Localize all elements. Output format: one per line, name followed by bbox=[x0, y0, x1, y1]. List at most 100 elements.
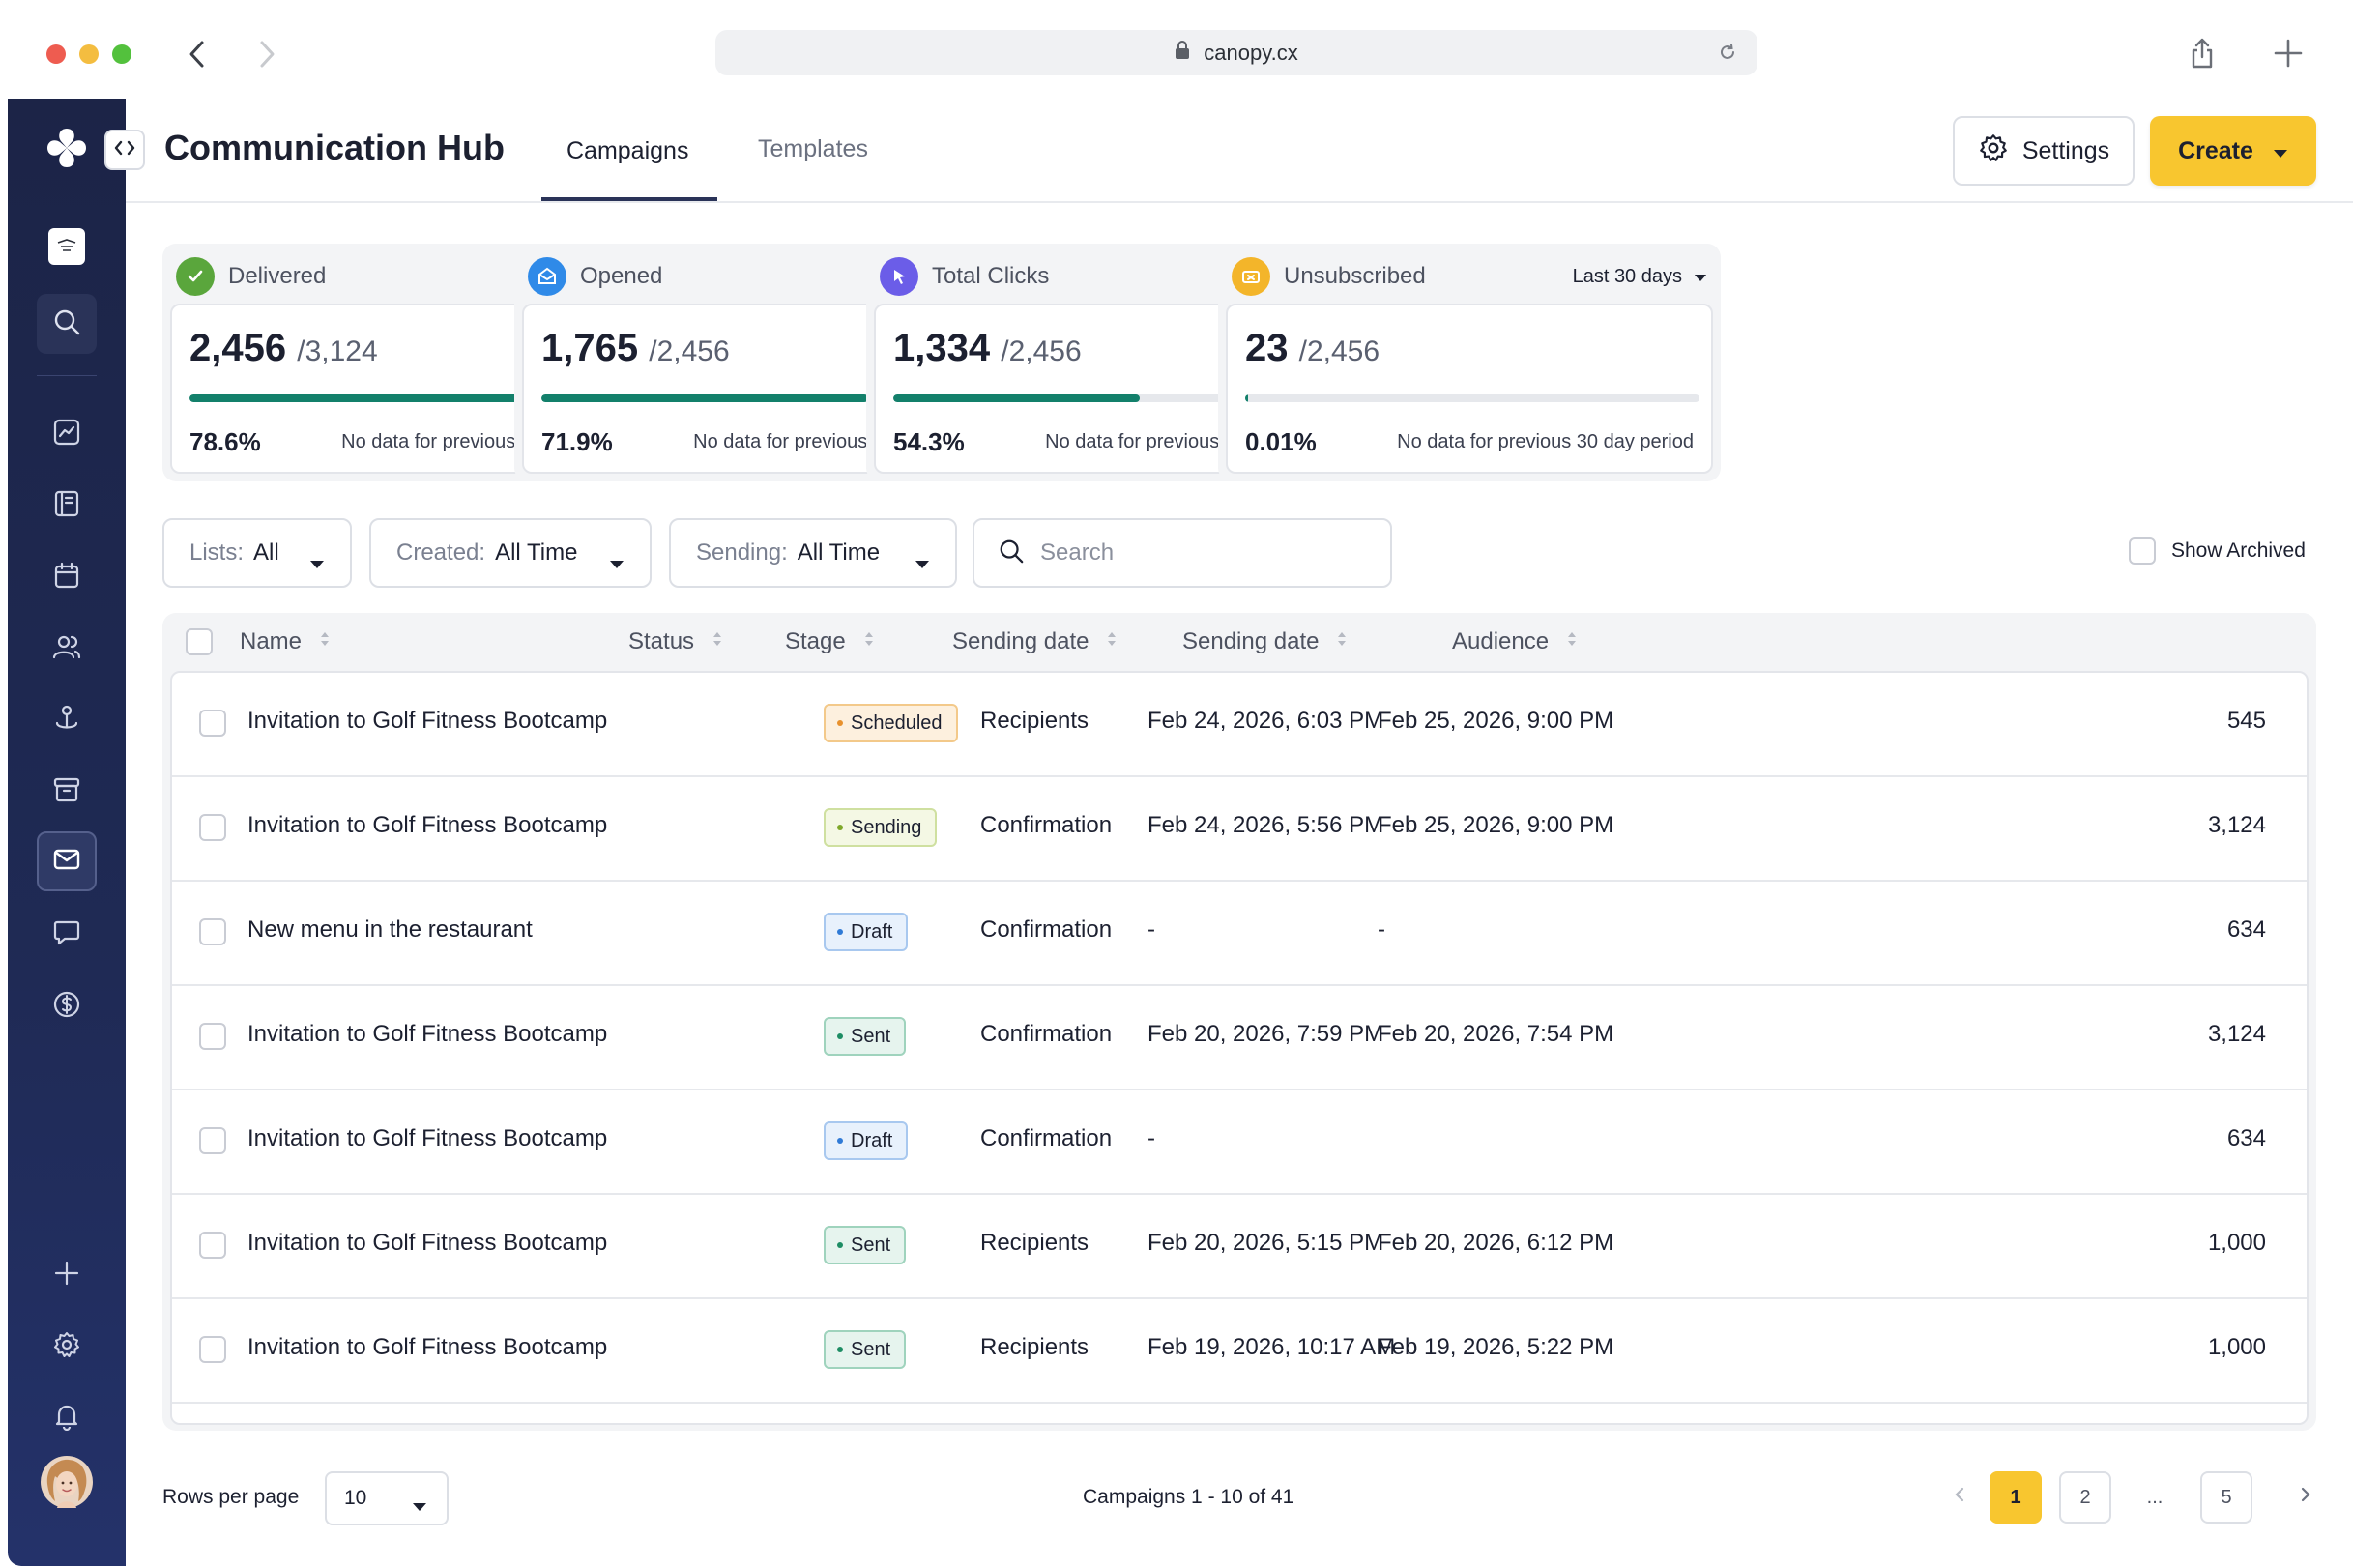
status-dot bbox=[837, 1347, 843, 1352]
mail-icon bbox=[52, 845, 81, 879]
collapse-sidebar-button[interactable] bbox=[104, 130, 145, 170]
back-arrow-icon[interactable] bbox=[178, 35, 217, 73]
page-button-2[interactable]: 2 bbox=[2059, 1471, 2111, 1524]
sort-icon bbox=[1566, 628, 1578, 655]
app-logo[interactable] bbox=[37, 118, 97, 178]
create-button[interactable]: Create bbox=[2150, 116, 2316, 186]
row-checkbox[interactable] bbox=[199, 814, 226, 841]
rows-per-page-select[interactable]: 10 bbox=[325, 1471, 449, 1525]
sidebar-item-messages[interactable] bbox=[37, 905, 97, 965]
sidebar-item-search[interactable] bbox=[37, 294, 97, 354]
table-row[interactable]: Invitation to Golf Fitness Bootcamp Sent… bbox=[172, 1299, 2307, 1404]
next-page-button[interactable] bbox=[2280, 1471, 2332, 1524]
sending-date-cell: Feb 19, 2026, 5:22 PM bbox=[1378, 1334, 1614, 1360]
sending-date-cell: Feb 24, 2026, 5:56 PM bbox=[1147, 812, 1384, 838]
tab-templates[interactable]: Templates bbox=[758, 135, 868, 163]
tab-campaigns[interactable]: Campaigns bbox=[566, 137, 688, 165]
sending-date-cell: Feb 24, 2026, 6:03 PM bbox=[1147, 708, 1384, 734]
stat-period-value: Last 30 days bbox=[1572, 265, 1682, 287]
campaign-name[interactable]: New menu in the restaurant bbox=[247, 916, 533, 944]
status-label: Scheduled bbox=[851, 711, 943, 734]
table-row[interactable]: Invitation to Golf Fitness Bootcamp Sche… bbox=[172, 673, 2307, 777]
share-icon[interactable] bbox=[2189, 37, 2216, 74]
row-checkbox[interactable] bbox=[199, 1023, 226, 1050]
bell-icon bbox=[52, 1402, 81, 1436]
column-header-name[interactable]: Name bbox=[240, 628, 331, 655]
row-checkbox[interactable] bbox=[199, 1232, 226, 1259]
campaign-name[interactable]: Invitation to Golf Fitness Bootcamp bbox=[247, 1230, 607, 1257]
status-label: Sent bbox=[851, 1338, 891, 1360]
stage-cell: Confirmation bbox=[980, 1021, 1113, 1047]
pagination-range: Campaigns 1 - 10 of 41 bbox=[1083, 1486, 1294, 1508]
campaign-name[interactable]: Invitation to Golf Fitness Bootcamp bbox=[247, 1334, 607, 1361]
workspace-badge[interactable] bbox=[37, 217, 97, 276]
maximize-window-button[interactable] bbox=[112, 44, 131, 64]
address-bar[interactable]: canopy.cx bbox=[715, 30, 1757, 75]
prev-page-button[interactable] bbox=[1933, 1471, 1986, 1524]
column-header-stage[interactable]: Stage bbox=[785, 628, 875, 655]
table-row[interactable]: Invitation to Golf Fitness Bootcamp Sent… bbox=[172, 986, 2307, 1090]
campaign-name[interactable]: Invitation to Golf Fitness Bootcamp bbox=[247, 1125, 607, 1152]
table-row[interactable]: New menu in the restaurant Draft Confirm… bbox=[172, 882, 2307, 986]
sending-filter-dropdown[interactable]: Sending: All Time bbox=[669, 518, 957, 588]
table-row[interactable]: Invitation to Golf Fitness Bootcamp Sent… bbox=[172, 1195, 2307, 1299]
sidebar-item-calendar[interactable] bbox=[37, 547, 97, 607]
page-button-5[interactable]: 5 bbox=[2200, 1471, 2252, 1524]
sidebar-item-analytics[interactable] bbox=[37, 404, 97, 464]
new-tab-icon[interactable] bbox=[2274, 39, 2303, 73]
column-header-label: Sending date bbox=[952, 628, 1089, 654]
sidebar-item-archive[interactable] bbox=[37, 762, 97, 822]
sidebar-item-documents[interactable] bbox=[37, 476, 97, 536]
search-input[interactable] bbox=[1040, 539, 1369, 566]
campaign-name[interactable]: Invitation to Golf Fitness Bootcamp bbox=[247, 812, 607, 839]
campaign-name[interactable]: Invitation to Golf Fitness Bootcamp bbox=[247, 708, 607, 735]
close-window-button[interactable] bbox=[46, 44, 66, 64]
sidebar-item-locations[interactable] bbox=[37, 690, 97, 750]
minimize-window-button[interactable] bbox=[79, 44, 99, 64]
stat-progress-fill bbox=[893, 394, 1141, 402]
sidebar-item-contacts[interactable] bbox=[37, 619, 97, 679]
sidebar-item-billing[interactable] bbox=[37, 976, 97, 1036]
show-archived-checkbox[interactable] bbox=[2129, 537, 2156, 565]
created-filter-dropdown[interactable]: Created: All Time bbox=[369, 518, 652, 588]
user-avatar[interactable] bbox=[37, 1452, 97, 1512]
rows-per-page-label: Rows per page bbox=[162, 1486, 300, 1508]
sidebar-item-notifications[interactable] bbox=[37, 1388, 97, 1448]
page-header: Communication Hub Campaigns Templates Se… bbox=[104, 99, 2353, 203]
caret-down-icon bbox=[2273, 137, 2288, 165]
reload-icon[interactable] bbox=[1717, 42, 1738, 69]
stat-value-group: 2,456 /3,124 bbox=[189, 327, 378, 370]
sidebar-item-add[interactable] bbox=[37, 1245, 97, 1305]
page-button-1[interactable]: 1 bbox=[1990, 1471, 2042, 1524]
column-header-audience[interactable]: Audience bbox=[1452, 628, 1578, 655]
stat-percentage: 78.6% bbox=[189, 427, 261, 456]
table-row[interactable]: Invitation to Golf Fitness Bootcamp Send… bbox=[172, 777, 2307, 882]
lists-filter-dropdown[interactable]: Lists: All bbox=[162, 518, 352, 588]
row-checkbox[interactable] bbox=[199, 1336, 226, 1363]
column-header-sending-date[interactable]: Sending date bbox=[952, 628, 1118, 655]
column-header-label: Status bbox=[628, 628, 695, 654]
show-archived-toggle[interactable]: Show Archived bbox=[2129, 537, 2306, 565]
campaign-name[interactable]: Invitation to Golf Fitness Bootcamp bbox=[247, 1021, 607, 1048]
column-header-sending-date[interactable]: Sending date bbox=[1182, 628, 1348, 655]
settings-button[interactable]: Settings bbox=[1953, 116, 2135, 186]
search-field[interactable] bbox=[973, 518, 1392, 588]
calendar-icon bbox=[52, 561, 81, 595]
pagination-ellipsis: ... bbox=[2146, 1486, 2164, 1508]
stat-period-dropdown[interactable]: Last 30 days bbox=[1573, 266, 1707, 288]
caret-down-icon bbox=[609, 549, 625, 576]
table-row[interactable]: Invitation to Golf Fitness Bootcamp Draf… bbox=[172, 1090, 2307, 1195]
sidebar-item-settings[interactable] bbox=[37, 1317, 97, 1377]
stat-total: /2,456 bbox=[1001, 335, 1082, 367]
status-dot bbox=[837, 720, 843, 726]
sidebar-item-communication[interactable] bbox=[37, 831, 97, 891]
sidebar bbox=[8, 99, 126, 1566]
column-header-status[interactable]: Status bbox=[628, 628, 723, 655]
row-checkbox[interactable] bbox=[199, 710, 226, 737]
stat-card-header: Unsubscribed Last 30 days bbox=[1232, 257, 1707, 296]
forward-arrow-icon[interactable] bbox=[247, 35, 286, 73]
select-all-checkbox[interactable] bbox=[186, 628, 213, 655]
row-checkbox[interactable] bbox=[199, 918, 226, 945]
status-label: Draft bbox=[851, 1129, 893, 1151]
row-checkbox[interactable] bbox=[199, 1127, 226, 1154]
